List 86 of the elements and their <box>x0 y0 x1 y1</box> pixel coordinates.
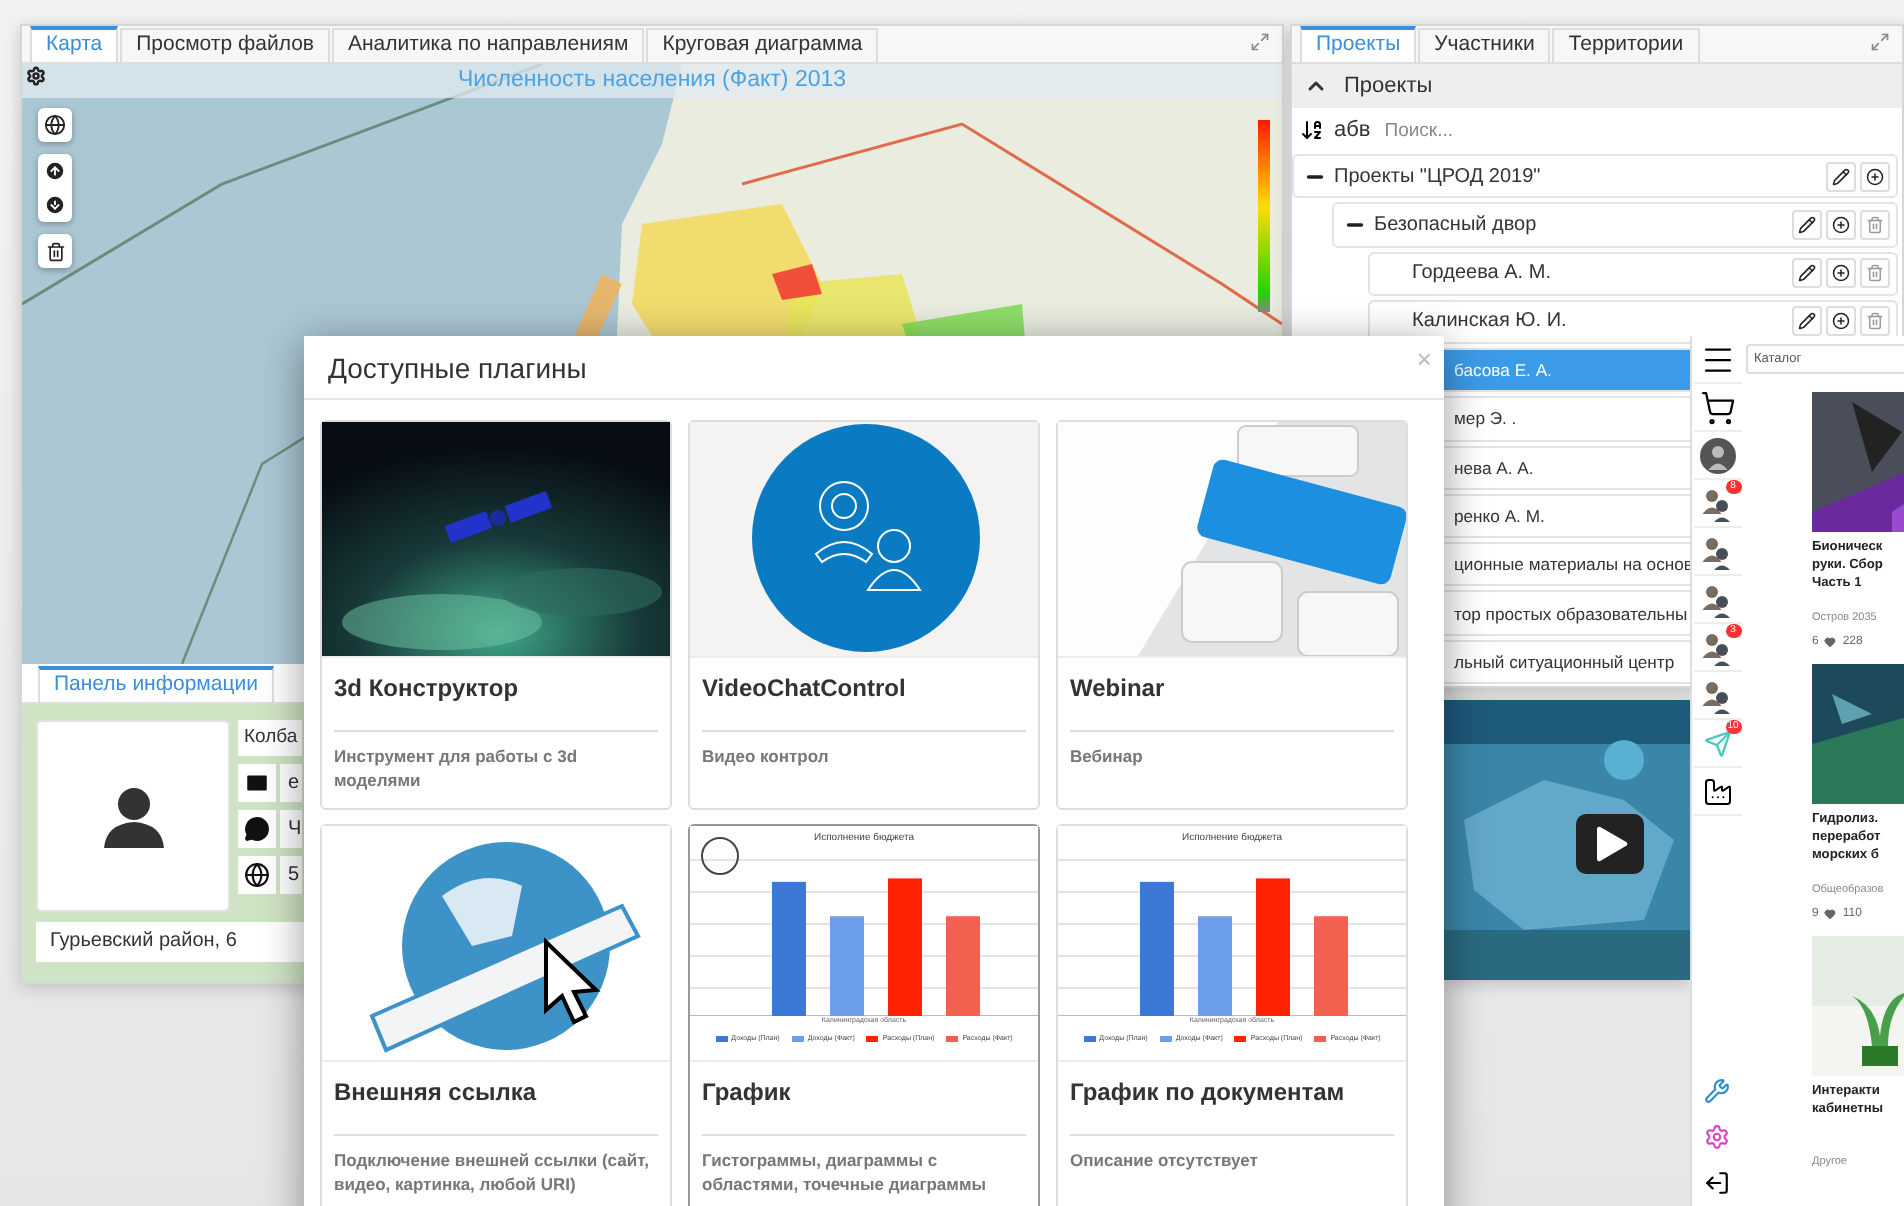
pencil-icon <box>1798 264 1816 283</box>
group-avatar-icon[interactable] <box>1699 485 1735 521</box>
group-avatar-icon[interactable] <box>1699 533 1735 569</box>
tree-label: нева А. А. <box>1454 457 1534 478</box>
plus-icon <box>1832 264 1850 283</box>
factory-icon[interactable] <box>1701 775 1733 807</box>
tree-label: ренко А. М. <box>1454 505 1545 526</box>
heart-icon[interactable] <box>1824 908 1837 920</box>
tools-icon[interactable] <box>1704 1078 1730 1104</box>
tree-label: басова Е. А. <box>1454 360 1552 381</box>
maximize-icon[interactable] <box>1250 32 1270 52</box>
plugin-title: Webinar <box>1070 658 1394 732</box>
tree-row[interactable]: Проекты "ЦРОД 2019" <box>1292 154 1898 199</box>
section-header[interactable]: Проекты <box>1292 64 1902 108</box>
bar <box>1314 916 1348 1016</box>
tree-label: тор простых образовательны <box>1454 603 1688 624</box>
group-avatar-icon[interactable] <box>1699 581 1735 617</box>
plugin-description: Подключение внешней ссылки (сайт, видео, картинка, любой URI) <box>332 1148 651 1196</box>
maximize-icon[interactable] <box>1870 32 1890 52</box>
add-button[interactable] <box>1826 209 1856 240</box>
bar <box>1140 881 1174 1016</box>
tree-row[interactable]: Безопасный двор <box>1332 202 1898 248</box>
plugin-description: Гистограммы, диаграммы с областями, точечные диаграммы <box>700 1148 988 1196</box>
tree-row[interactable]: Гордеева А. М. <box>1368 251 1898 296</box>
section-title: Проекты <box>1344 74 1433 98</box>
tree-label: Калинская Ю. И. <box>1412 310 1567 333</box>
sort-toggle[interactable]: абв <box>1334 118 1371 142</box>
play-icon[interactable] <box>1576 814 1644 874</box>
logout-icon[interactable] <box>1704 1170 1730 1196</box>
trash-icon <box>1866 264 1884 283</box>
pencil-icon <box>1798 215 1816 234</box>
tree-label: Проекты "ЦРОД 2019" <box>1334 165 1541 188</box>
plus-icon <box>1832 312 1850 331</box>
bar <box>772 881 806 1016</box>
add-button[interactable] <box>1860 161 1890 192</box>
globe-icon <box>244 862 270 888</box>
tab[interactable]: Аналитика по направлениям <box>332 28 645 62</box>
tab[interactable]: Круговая диаграмма <box>646 28 879 62</box>
plugin-title: VideoChatControl <box>702 658 1026 732</box>
contact-field: 5 <box>280 856 302 894</box>
add-button[interactable] <box>1826 306 1856 337</box>
name-field: Колба <box>238 720 302 756</box>
plugin-title: График по документам <box>1070 1062 1394 1136</box>
group-avatar-icon[interactable] <box>1699 677 1735 713</box>
plugin-title: График <box>702 1062 1026 1136</box>
chat-icon <box>244 816 270 842</box>
pencil-icon <box>1832 167 1850 186</box>
person-icon <box>99 782 167 850</box>
plugin-card[interactable]: Внешняя ссылка Подключение внешней ссылки (сайт, видео, картинка, любой URI) <box>320 824 672 1206</box>
bar <box>830 916 864 1016</box>
tab[interactable]: Территории <box>1552 28 1700 62</box>
tab[interactable]: Просмотр файлов <box>120 28 330 62</box>
edit-button[interactable] <box>1826 161 1856 192</box>
contact-field: Ч <box>280 810 302 848</box>
plus-icon <box>1866 167 1884 186</box>
plugin-title: 3d Конструктор <box>334 658 658 732</box>
tree-row[interactable]: Калинская Ю. И. <box>1368 299 1898 345</box>
tree-label: льный ситуационный центр <box>1454 651 1675 672</box>
bar <box>1256 878 1290 1016</box>
edit-button[interactable] <box>1792 306 1822 337</box>
tree-label: Безопасный двор <box>1374 213 1537 236</box>
sort-icon[interactable] <box>1300 118 1324 142</box>
bar <box>1198 916 1232 1016</box>
tree-label: Гордеева А. М. <box>1412 262 1551 285</box>
plus-icon <box>1832 215 1850 234</box>
trash-icon <box>1866 312 1884 331</box>
plugin-description: Описание отсутствует <box>1068 1148 1260 1172</box>
plugin-description: Видео контрол <box>700 744 831 768</box>
tab[interactable]: Участники <box>1418 28 1551 62</box>
plugin-description: Вебинар <box>1068 744 1145 768</box>
bar <box>946 916 980 1016</box>
plugin-description: Инструмент для работы с 3d моделями <box>332 744 580 792</box>
plugin-title: Внешняя ссылка <box>334 1062 658 1136</box>
circle-icon <box>700 836 740 876</box>
add-button[interactable] <box>1826 258 1856 289</box>
bar <box>888 878 922 1016</box>
cart-icon[interactable] <box>1699 389 1735 425</box>
pencil-icon <box>1798 312 1816 331</box>
tree-label: мер Э. . <box>1454 408 1517 429</box>
avatar-icon[interactable] <box>1699 437 1735 473</box>
heart-icon[interactable] <box>1824 636 1837 648</box>
edit-button[interactable] <box>1792 258 1822 289</box>
trash-icon <box>1866 215 1884 234</box>
edit-button[interactable] <box>1792 209 1822 240</box>
group-avatar-icon[interactable] <box>1699 629 1735 665</box>
contact-field: e <box>280 764 302 802</box>
